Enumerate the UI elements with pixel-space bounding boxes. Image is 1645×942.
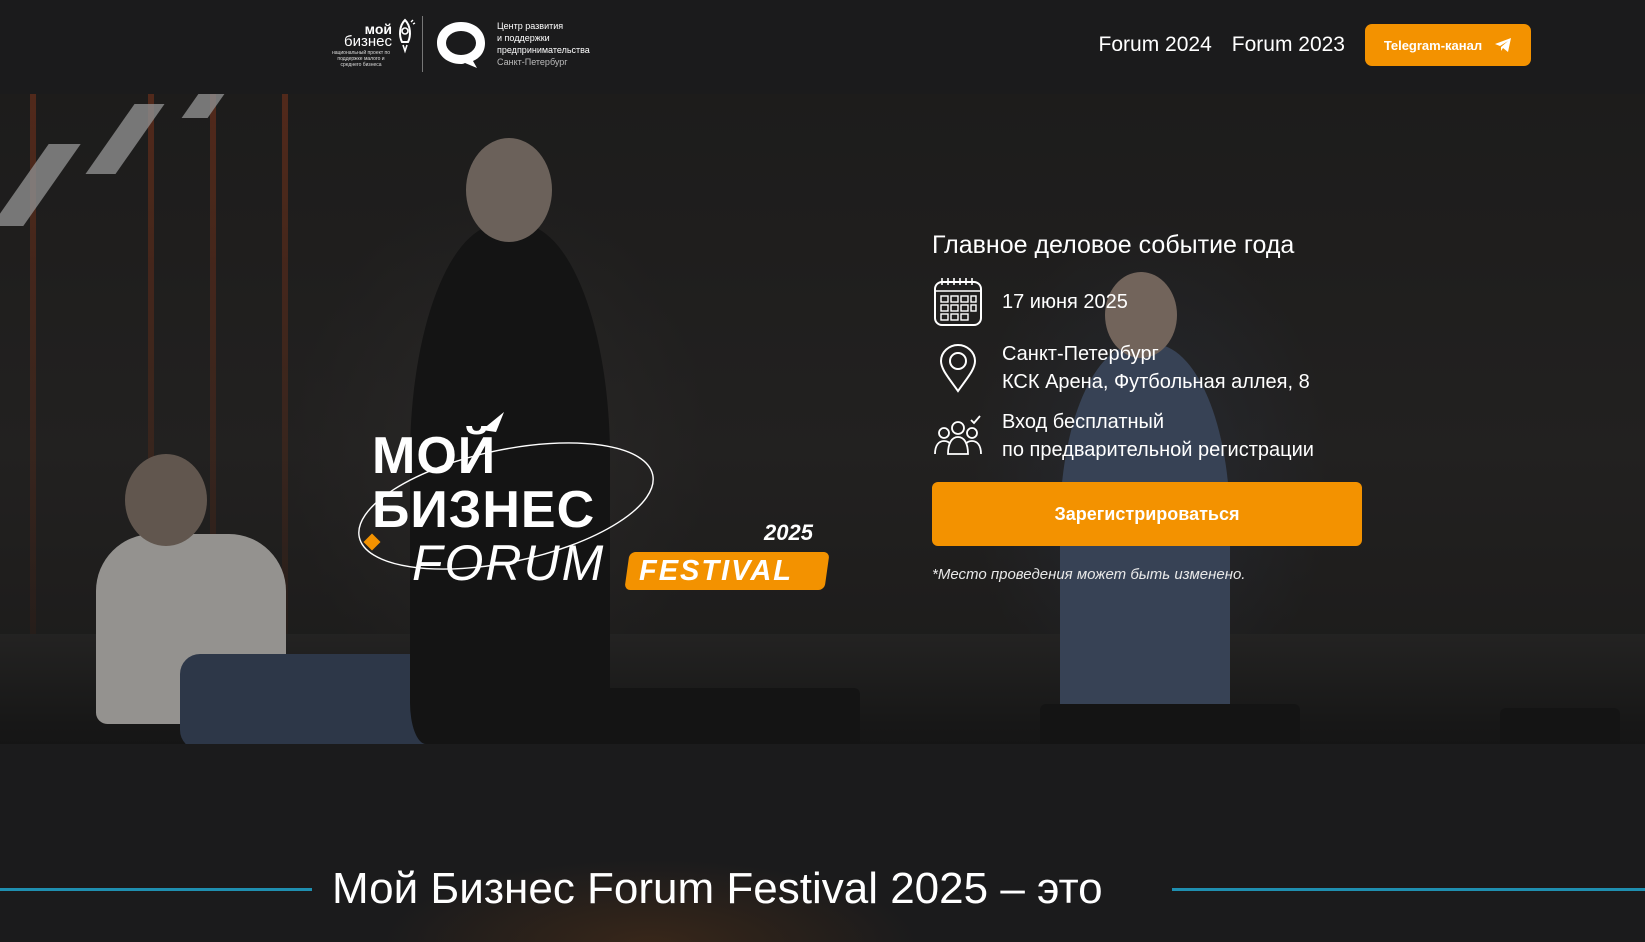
center-support-text: Центр развития и поддержки предпринимате…: [497, 20, 593, 68]
event-headline: Главное деловое событие года: [932, 231, 1295, 259]
center-text-city: Санкт-Петербург: [497, 57, 568, 67]
telegram-icon: [1495, 38, 1512, 52]
center-support-logo[interactable]: Центр развития и поддержки предпринимате…: [433, 18, 593, 70]
telegram-channel-button[interactable]: Telegram-канал: [1365, 24, 1531, 66]
venue-change-note: *Место проведения может быть изменено.: [932, 566, 1246, 583]
festival-logo-forum: FORUM: [412, 535, 606, 591]
about-section: Мой Бизнес Forum Festival 2025 – это: [0, 744, 1645, 942]
register-button[interactable]: Зарегистрироваться: [932, 482, 1362, 546]
entry-registration: по предварительной регистрации: [1002, 439, 1314, 461]
event-entry: Вход бесплатный по предварительной регис…: [1002, 408, 1314, 464]
logo-word-biznes: бизнес: [344, 33, 392, 50]
calendar-icon: [932, 276, 984, 328]
header-logos[interactable]: мой бизнес национальный проект по поддер…: [330, 16, 593, 72]
map-pin-icon: [932, 342, 984, 394]
festival-logo-line2: БИЗНЕС: [372, 481, 596, 539]
moy-biznes-logo[interactable]: мой бизнес национальный проект по поддер…: [330, 16, 416, 72]
event-entry-row: Вход бесплатный по предварительной регис…: [932, 408, 1392, 464]
festival-logo-line1: МОЙ: [372, 427, 497, 485]
event-location-row: Санкт-Петербург КСК Арена, Футбольная ал…: [932, 340, 1392, 396]
nav-link-forum-2023[interactable]: Forum 2023: [1232, 24, 1345, 66]
nav-link-forum-2024[interactable]: Forum 2024: [1099, 24, 1212, 66]
center-text-line2: и поддержки: [497, 33, 550, 43]
event-date-row: 17 июня 2025: [932, 276, 1392, 328]
forum-festival-logo: МОЙ БИЗНЕС FORUM 2025 FESTIVAL: [356, 410, 836, 600]
center-text-line1: Центр развития: [497, 21, 564, 31]
festival-logo-year: 2025: [764, 520, 813, 545]
event-location: Санкт-Петербург КСК Арена, Футбольная ал…: [1002, 340, 1310, 396]
main-nav: Forum 2024 Forum 2023 Telegram-канал: [1099, 24, 1645, 66]
event-city: Санкт-Петербург: [1002, 343, 1159, 365]
event-info: Главное деловое событие года 17 июня 202…: [932, 226, 1392, 583]
title-rule-right: [1172, 888, 1645, 891]
section-title: Мой Бизнес Forum Festival 2025 – это: [332, 864, 1103, 913]
people-group-icon: [932, 410, 984, 462]
logo-tagline: национальный проект по поддержке малого …: [331, 50, 391, 68]
event-address: КСК Арена, Футбольная аллея, 8: [1002, 371, 1310, 393]
entry-free: Вход бесплатный: [1002, 411, 1165, 433]
hero-section: МОЙ БИЗНЕС FORUM 2025 FESTIVAL Главное д…: [0, 94, 1645, 744]
rocket-icon: [399, 18, 416, 54]
logo-divider: [422, 16, 423, 72]
telegram-button-label: Telegram-канал: [1383, 37, 1483, 53]
site-header: мой бизнес национальный проект по поддер…: [0, 0, 1645, 94]
event-date: 17 июня 2025: [1002, 291, 1128, 313]
center-text-line3: предпринимательства: [497, 45, 590, 55]
festival-badge-text: FESTIVAL: [639, 555, 794, 587]
speech-bubble-logo-icon: [437, 22, 485, 68]
title-rule-left: [0, 888, 312, 891]
